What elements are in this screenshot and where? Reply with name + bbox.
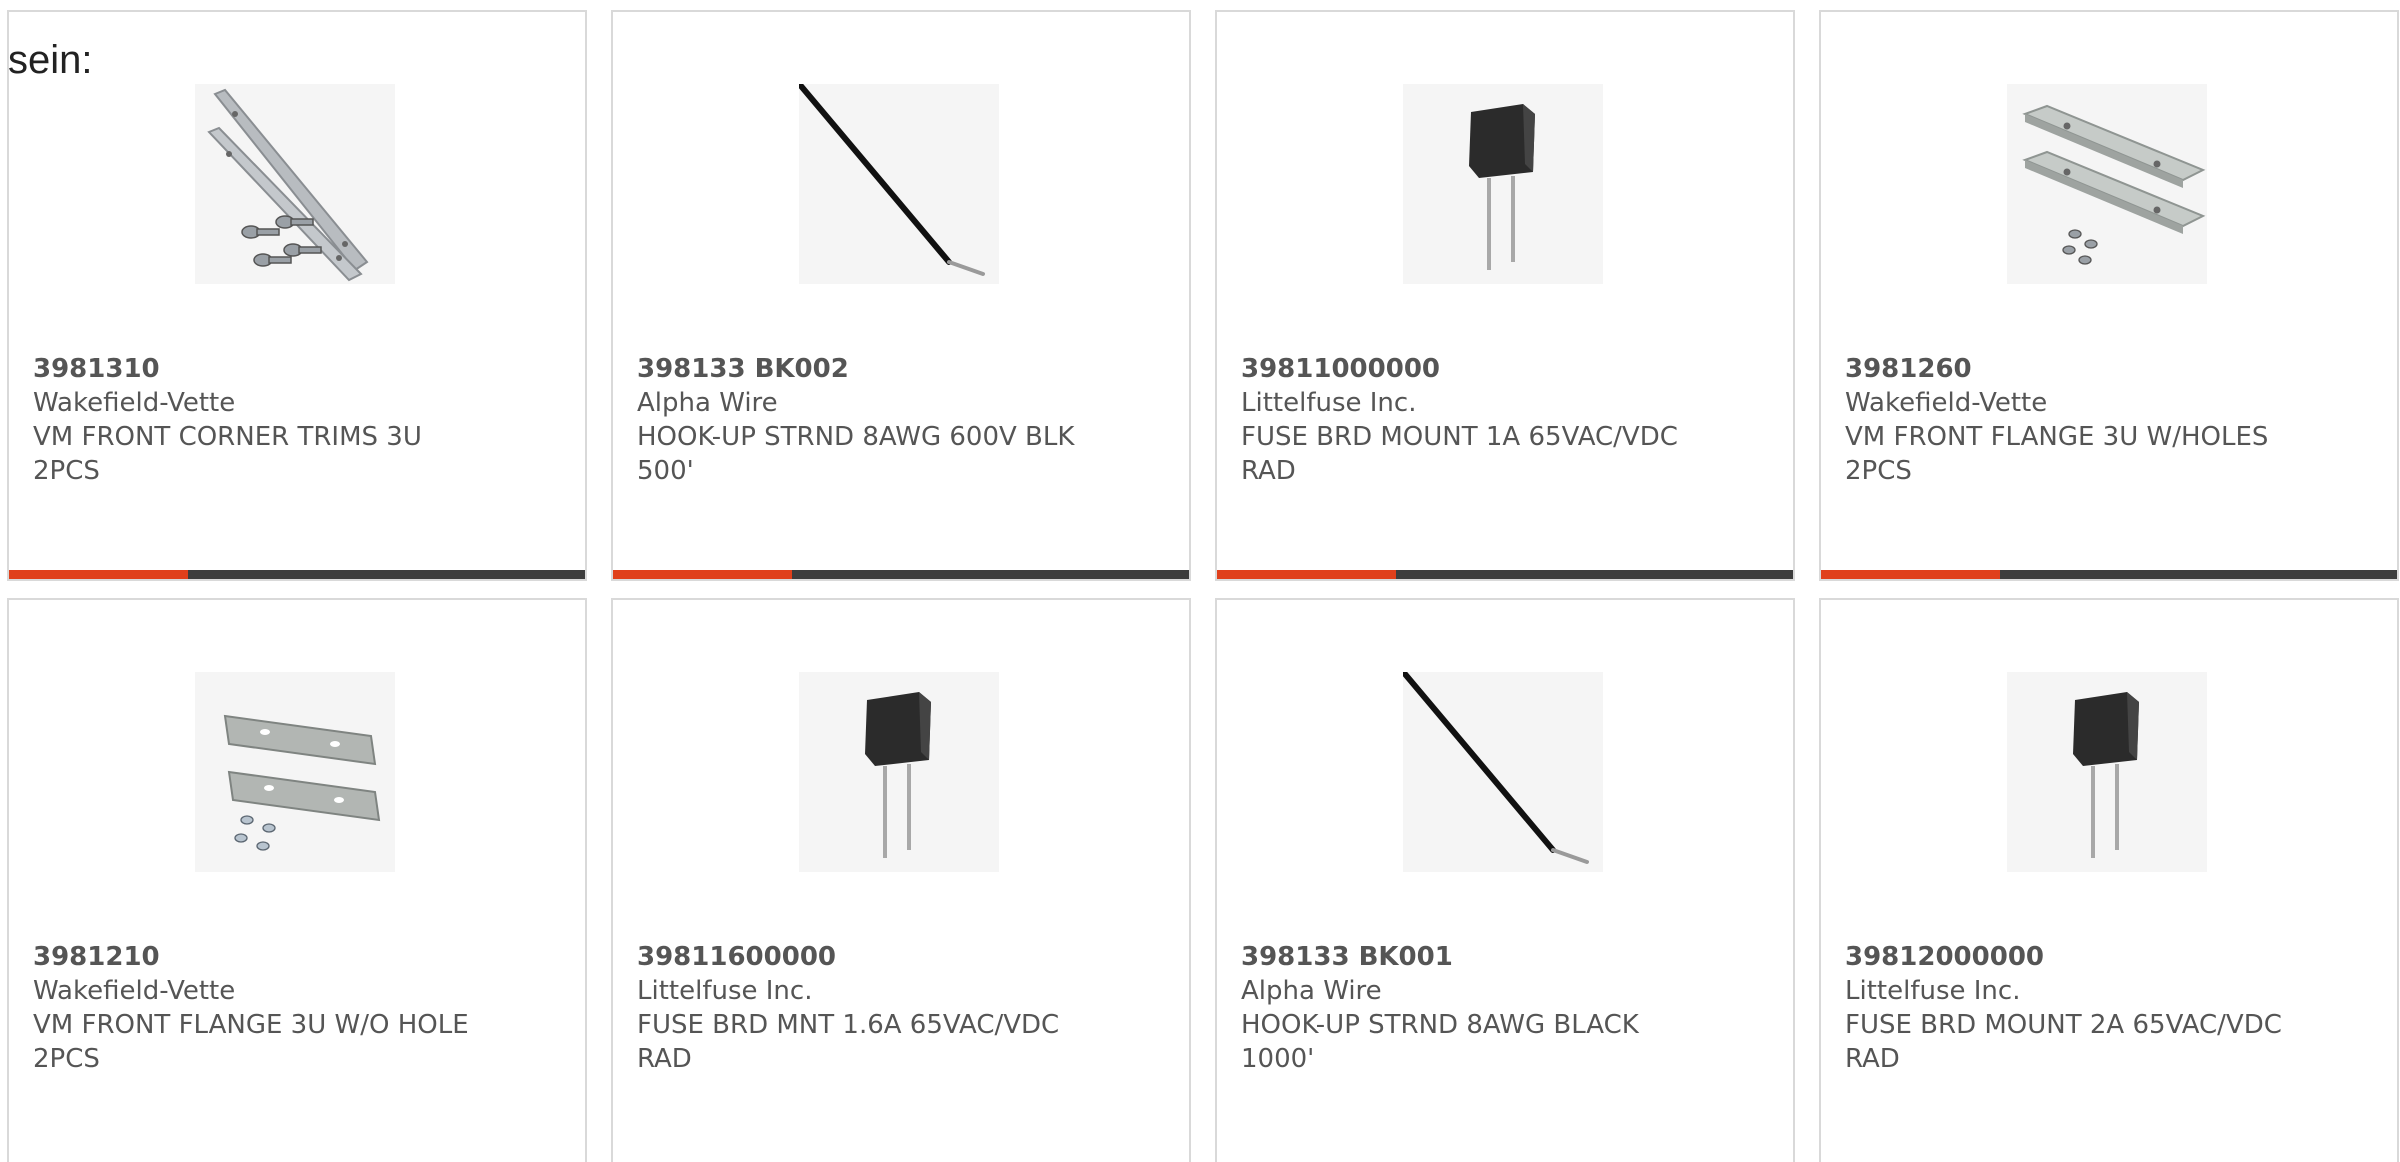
description: FUSE BRD MOUNT 1A 65VAC/VDC RAD: [1241, 422, 1678, 486]
product-details: 39812000000 Littelfuse Inc. FUSE BRD MOU…: [1845, 940, 2285, 1076]
product-card[interactable]: 398133 BK001 Alpha Wire HOOK-UP STRND 8A…: [1215, 598, 1795, 1162]
description: FUSE BRD MNT 1.6A 65VAC/VDC RAD: [637, 1010, 1060, 1074]
product-image-fuse[interactable]: [1403, 84, 1603, 284]
part-number[interactable]: 39811600000: [637, 940, 1077, 974]
part-number[interactable]: 3981310: [33, 352, 473, 386]
product-card[interactable]: 39811600000 Littelfuse Inc. FUSE BRD MNT…: [611, 598, 1191, 1162]
product-image-trims[interactable]: [195, 84, 395, 284]
product-image-fuse[interactable]: [2007, 672, 2207, 872]
manufacturer: Wakefield-Vette: [1845, 388, 2048, 418]
part-number[interactable]: 39812000000: [1845, 940, 2285, 974]
product-card[interactable]: 3981210 Wakefield-Vette VM FRONT FLANGE …: [7, 598, 587, 1162]
product-image-fuse[interactable]: [799, 672, 999, 872]
product-details: 3981260 Wakefield-Vette VM FRONT FLANGE …: [1845, 352, 2285, 488]
description: VM FRONT FLANGE 3U W/HOLES 2PCS: [1845, 422, 2269, 486]
manufacturer: Wakefield-Vette: [33, 976, 236, 1006]
section-heading: sein:: [8, 38, 93, 82]
card-progress-fill: [9, 570, 188, 579]
product-grid: 3981310 Wakefield-Vette VM FRONT CORNER …: [7, 10, 2399, 1162]
description: FUSE BRD MOUNT 2A 65VAC/VDC RAD: [1845, 1010, 2282, 1074]
card-progress-fill: [1217, 570, 1396, 579]
product-listing-page: sein: 3981310 Wakefield-Vette VM FRONT C…: [0, 0, 2400, 1162]
manufacturer: Littelfuse Inc.: [637, 976, 813, 1006]
description: HOOK-UP STRND 8AWG BLACK 1000': [1241, 1010, 1639, 1074]
product-details: 398133 BK001 Alpha Wire HOOK-UP STRND 8A…: [1241, 940, 1681, 1076]
product-details: 3981210 Wakefield-Vette VM FRONT FLANGE …: [33, 940, 473, 1076]
manufacturer: Alpha Wire: [637, 388, 778, 418]
manufacturer: Alpha Wire: [1241, 976, 1382, 1006]
product-card[interactable]: 398133 BK002 Alpha Wire HOOK-UP STRND 8A…: [611, 10, 1191, 581]
product-image-flanges[interactable]: [195, 672, 395, 872]
product-card[interactable]: 3981260 Wakefield-Vette VM FRONT FLANGE …: [1819, 10, 2399, 581]
product-details: 398133 BK002 Alpha Wire HOOK-UP STRND 8A…: [637, 352, 1077, 488]
part-number[interactable]: 39811000000: [1241, 352, 1681, 386]
product-card[interactable]: 39812000000 Littelfuse Inc. FUSE BRD MOU…: [1819, 598, 2399, 1162]
card-progress-bar: [1821, 570, 2397, 579]
product-image-flanges[interactable]: [2007, 84, 2207, 284]
description: HOOK-UP STRND 8AWG 600V BLK 500': [637, 422, 1075, 486]
product-details: 39811000000 Littelfuse Inc. FUSE BRD MOU…: [1241, 352, 1681, 488]
part-number[interactable]: 3981210: [33, 940, 473, 974]
card-progress-fill: [613, 570, 792, 579]
card-progress-fill: [1821, 570, 2000, 579]
product-image-wire[interactable]: [1403, 672, 1603, 872]
description: VM FRONT FLANGE 3U W/O HOLE 2PCS: [33, 1010, 469, 1074]
description: VM FRONT CORNER TRIMS 3U 2PCS: [33, 422, 422, 486]
product-details: 39811600000 Littelfuse Inc. FUSE BRD MNT…: [637, 940, 1077, 1076]
manufacturer: Wakefield-Vette: [33, 388, 236, 418]
part-number[interactable]: 398133 BK001: [1241, 940, 1681, 974]
card-progress-bar: [1217, 570, 1793, 579]
product-card[interactable]: 3981310 Wakefield-Vette VM FRONT CORNER …: [7, 10, 587, 581]
card-progress-bar: [613, 570, 1189, 579]
manufacturer: Littelfuse Inc.: [1845, 976, 2021, 1006]
product-card[interactable]: 39811000000 Littelfuse Inc. FUSE BRD MOU…: [1215, 10, 1795, 581]
part-number[interactable]: 398133 BK002: [637, 352, 1077, 386]
card-progress-bar: [9, 570, 585, 579]
part-number[interactable]: 3981260: [1845, 352, 2285, 386]
manufacturer: Littelfuse Inc.: [1241, 388, 1417, 418]
product-details: 3981310 Wakefield-Vette VM FRONT CORNER …: [33, 352, 473, 488]
product-image-wire[interactable]: [799, 84, 999, 284]
